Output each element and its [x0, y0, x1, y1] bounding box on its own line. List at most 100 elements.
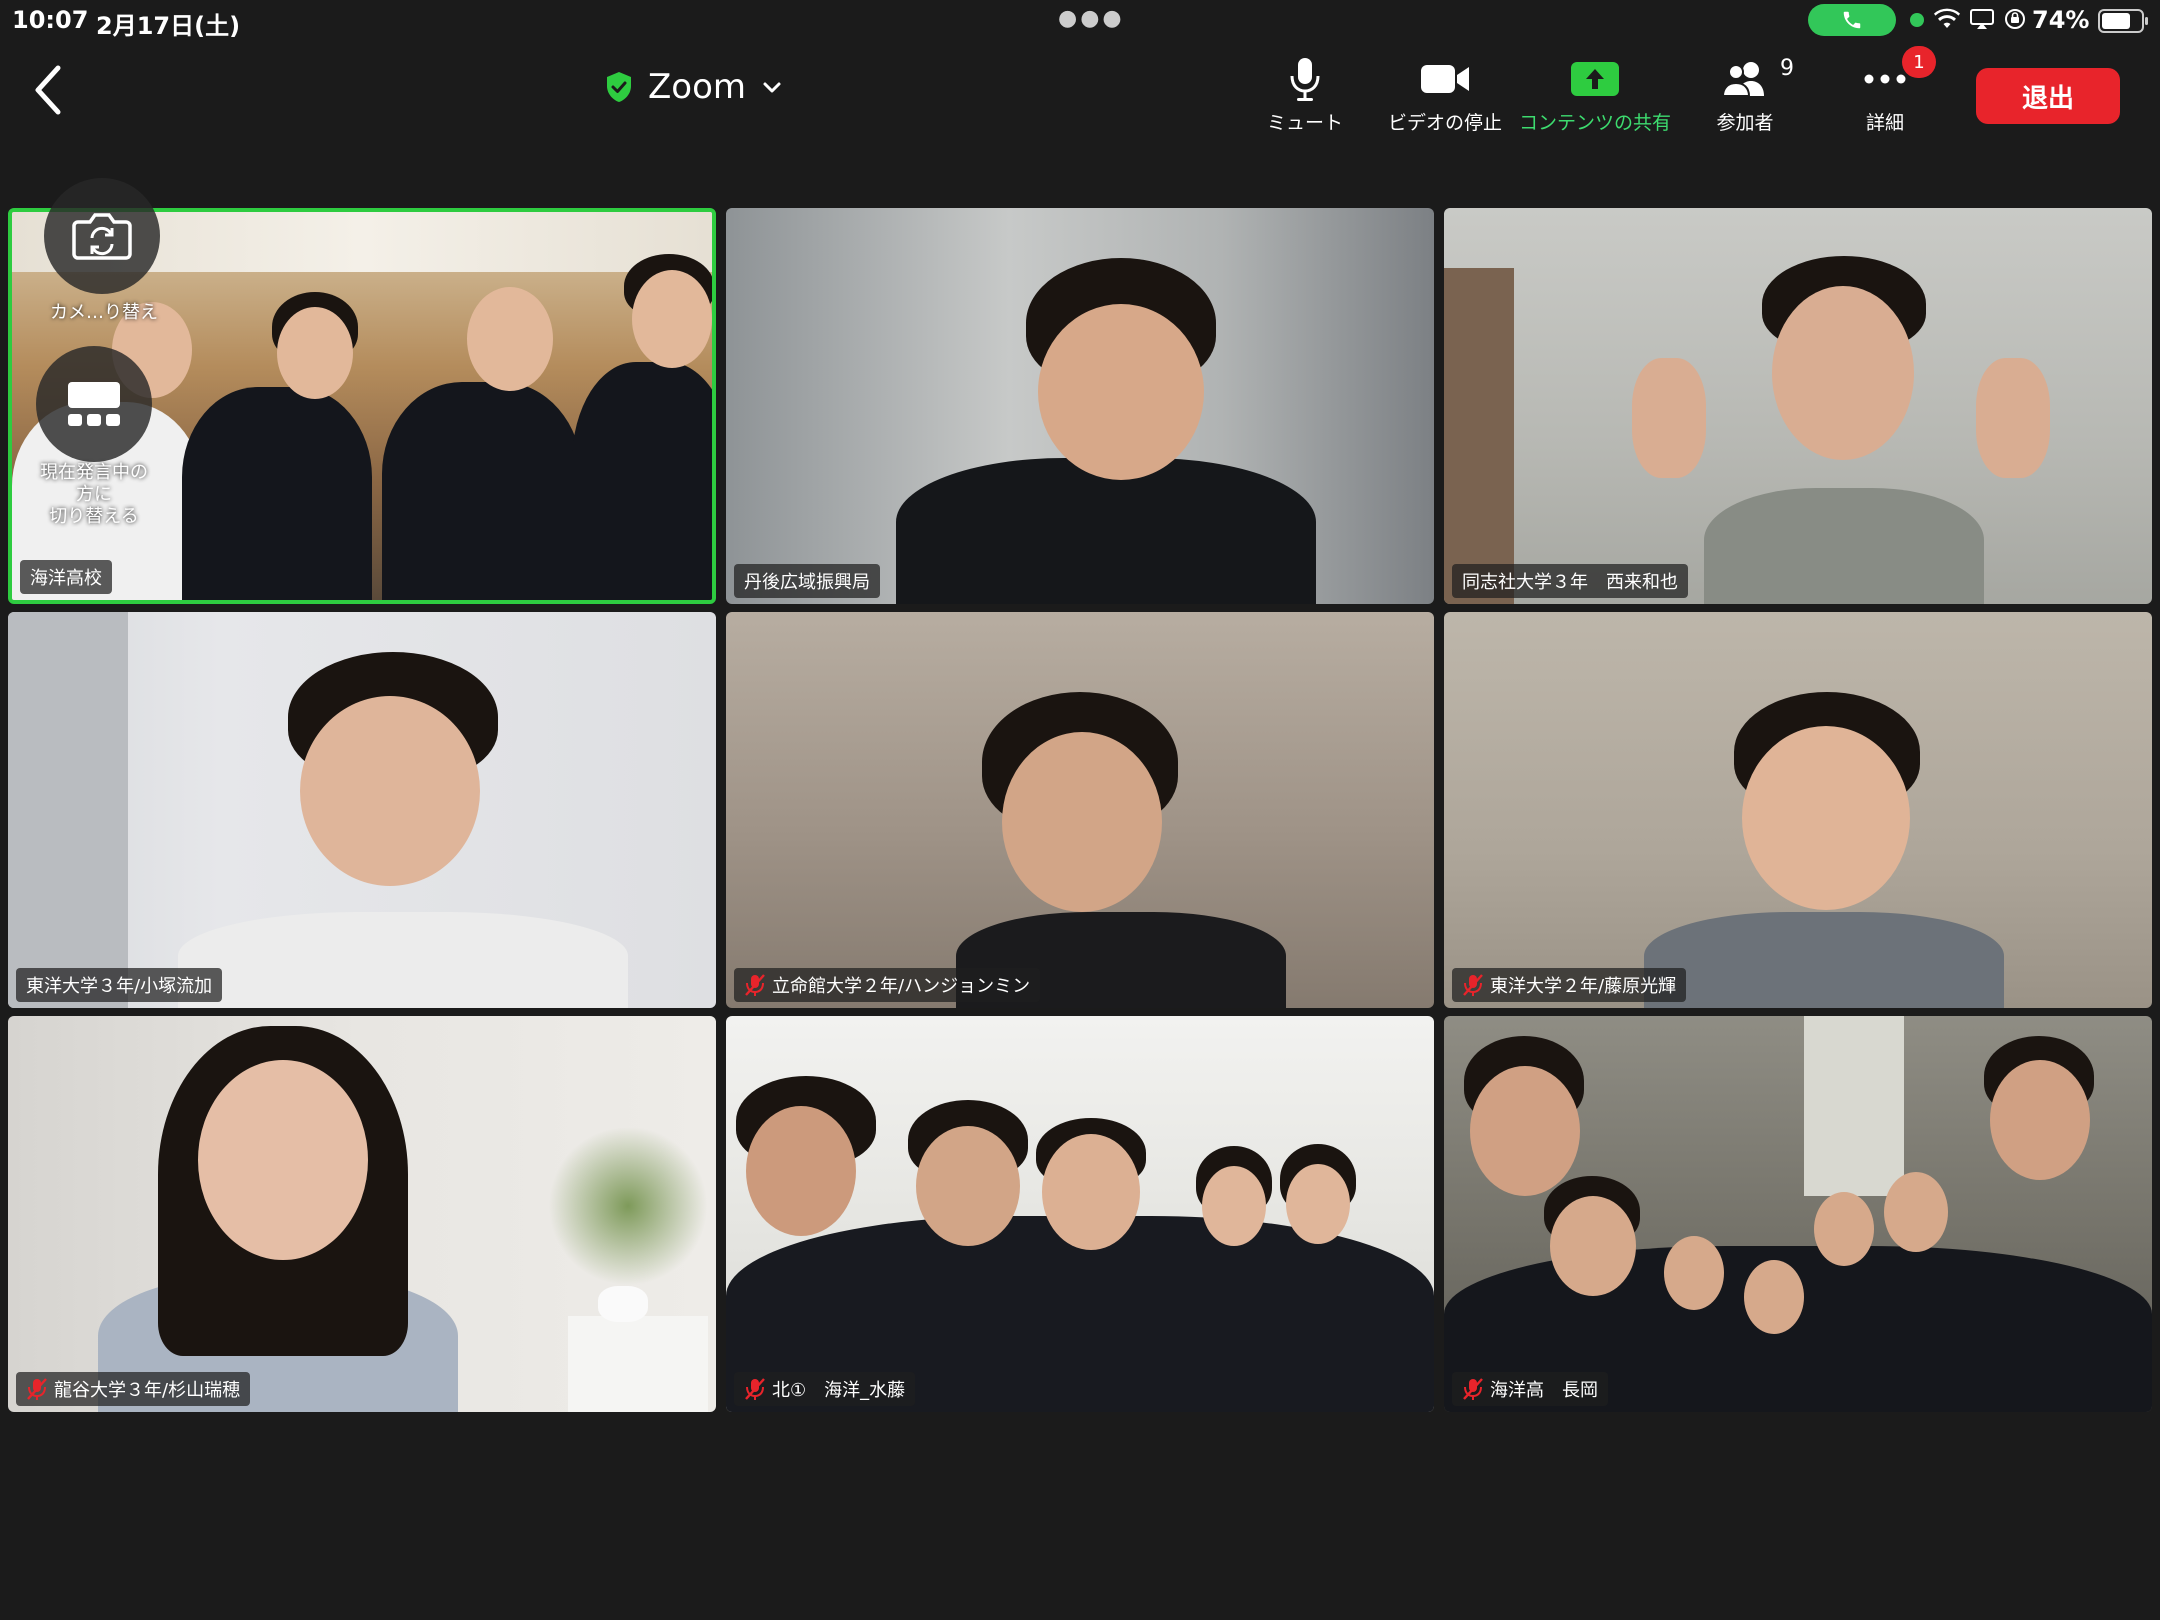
person [572, 362, 712, 600]
hand-peace-sign [1632, 358, 1706, 478]
face [1990, 1060, 2090, 1180]
video-tile[interactable]: 東洋大学２年/藤原光輝 [1444, 612, 2152, 1008]
status-bar: 10:07 2月17日(土) ●●● 74% [0, 0, 2160, 42]
screen-mirroring-icon [1970, 8, 1994, 36]
shield-check-icon [607, 72, 631, 102]
status-time: 10:07 [12, 6, 89, 34]
chevron-left-icon [35, 65, 61, 115]
switch-to-speaker-view-button[interactable] [36, 346, 152, 462]
participant-name-tag: 丹後広域振興局 [734, 564, 880, 598]
video-tile[interactable]: 丹後広域振興局 [726, 208, 1434, 604]
share-content-button[interactable]: コンテンツの共有 [1515, 56, 1675, 136]
mic-muted-icon [1463, 974, 1483, 996]
video-tile[interactable]: 海洋高 長岡 [1444, 1016, 2152, 1412]
video-tile[interactable]: 立命館大学２年/ハンジョンミン [726, 612, 1434, 1008]
mic-muted-icon [27, 1378, 47, 1400]
plant [548, 1126, 708, 1286]
orientation-lock-icon [2004, 8, 2026, 36]
face [1772, 286, 1914, 460]
window [1804, 1016, 1904, 1196]
multitask-dots-icon[interactable]: ●●● [1058, 6, 1125, 31]
battery-icon [2098, 9, 2148, 33]
switch-camera-icon [72, 213, 132, 260]
participant-name-tag: 立命館大学２年/ハンジョンミン [734, 968, 1041, 1002]
active-call-indicator[interactable] [1808, 4, 1896, 36]
microphone-icon [1290, 58, 1320, 101]
speaker-view-label-line: 方に [76, 484, 112, 505]
leave-button[interactable]: 退出 [1976, 68, 2120, 124]
participants-icon [1721, 62, 1764, 97]
face [1550, 1196, 1636, 1296]
video-camera-icon [1421, 65, 1469, 93]
mic-in-use-dot [1910, 13, 1924, 27]
participant-name-tag: 海洋高校 [20, 560, 112, 594]
speaker-view-label: 現在発言中の 方に 切り替える [14, 462, 174, 528]
mic-muted-icon [1463, 1378, 1483, 1400]
battery-percent: 74% [2032, 6, 2090, 34]
hand-peace-sign [1976, 358, 2050, 478]
plant-pot [598, 1286, 648, 1322]
share-screen-icon [1571, 62, 1619, 96]
stop-video-label: ビデオの停止 [1387, 112, 1502, 134]
share-content-label: コンテンツの共有 [1518, 112, 1671, 134]
switch-camera-button[interactable] [44, 178, 160, 294]
participant-name-tag: 東洋大学２年/藤原光輝 [1452, 968, 1687, 1002]
mute-button[interactable]: ミュート [1225, 56, 1385, 136]
mic-muted-icon [745, 974, 765, 996]
participant-name: 海洋高 長岡 [1490, 1380, 1598, 1401]
phone-icon [1843, 11, 1861, 29]
participant-name-tag: 龍谷大学３年/杉山瑞穂 [16, 1372, 251, 1406]
person [1644, 912, 2004, 1008]
person [182, 387, 372, 600]
chevron-down-icon [763, 82, 781, 93]
participant-name: 海洋高校 [30, 568, 102, 589]
speaker-view-icon [68, 382, 120, 426]
face [632, 270, 712, 368]
face [1744, 1260, 1804, 1334]
more-button[interactable]: 詳細 [1805, 56, 1965, 136]
mic-muted-icon [745, 1378, 765, 1400]
face [1664, 1236, 1724, 1310]
participants-label: 参加者 [1716, 112, 1774, 134]
face [1470, 1066, 1580, 1196]
stop-video-button[interactable]: ビデオの停止 [1365, 56, 1525, 136]
back-button[interactable] [28, 60, 68, 120]
speaker-view-label-line: 現在発言中の [40, 462, 148, 483]
face [1742, 726, 1910, 910]
participants-count: 9 [1780, 56, 1794, 81]
participant-name: 北① 海洋_水藤 [772, 1380, 906, 1401]
face [1286, 1164, 1350, 1244]
face [198, 1060, 368, 1260]
meeting-title-button[interactable]: Zoom [604, 62, 784, 112]
wifi-icon [1934, 8, 1960, 36]
face [916, 1126, 1020, 1246]
video-tile[interactable]: 龍谷大学３年/杉山瑞穂 [8, 1016, 716, 1412]
person [382, 382, 582, 600]
person [1704, 488, 1984, 604]
participant-name: 東洋大学３年/小塚流加 [26, 976, 213, 997]
face [1884, 1172, 1948, 1252]
door [8, 612, 128, 1008]
participants-button[interactable]: 参加者 [1665, 56, 1825, 136]
face [1038, 304, 1204, 480]
face [1814, 1192, 1874, 1266]
status-date: 2月17日(土) [96, 12, 241, 40]
participant-name-tag: 同志社大学３年 西来和也 [1452, 564, 1688, 598]
participant-name: 龍谷大学３年/杉山瑞穂 [54, 1380, 241, 1401]
video-tile[interactable]: 北① 海洋_水藤 [726, 1016, 1434, 1412]
face [300, 696, 480, 886]
notification-badge: 1 [1902, 46, 1936, 78]
switch-camera-label: カメ…り替え [50, 302, 158, 323]
face [1042, 1134, 1140, 1250]
side-table [568, 1316, 708, 1412]
participant-name-tag: 北① 海洋_水藤 [734, 1372, 916, 1406]
battery-fill [2102, 13, 2130, 29]
video-tile[interactable]: 同志社大学３年 西来和也 [1444, 208, 2152, 604]
participant-name: 同志社大学３年 西来和也 [1462, 572, 1678, 593]
participant-name: 立命館大学２年/ハンジョンミン [772, 976, 1031, 997]
face [1202, 1166, 1266, 1246]
mute-label: ミュート [1266, 112, 1343, 134]
face [467, 287, 553, 391]
video-tile[interactable]: 東洋大学３年/小塚流加 [8, 612, 716, 1008]
meeting-title: Zoom [648, 67, 747, 107]
